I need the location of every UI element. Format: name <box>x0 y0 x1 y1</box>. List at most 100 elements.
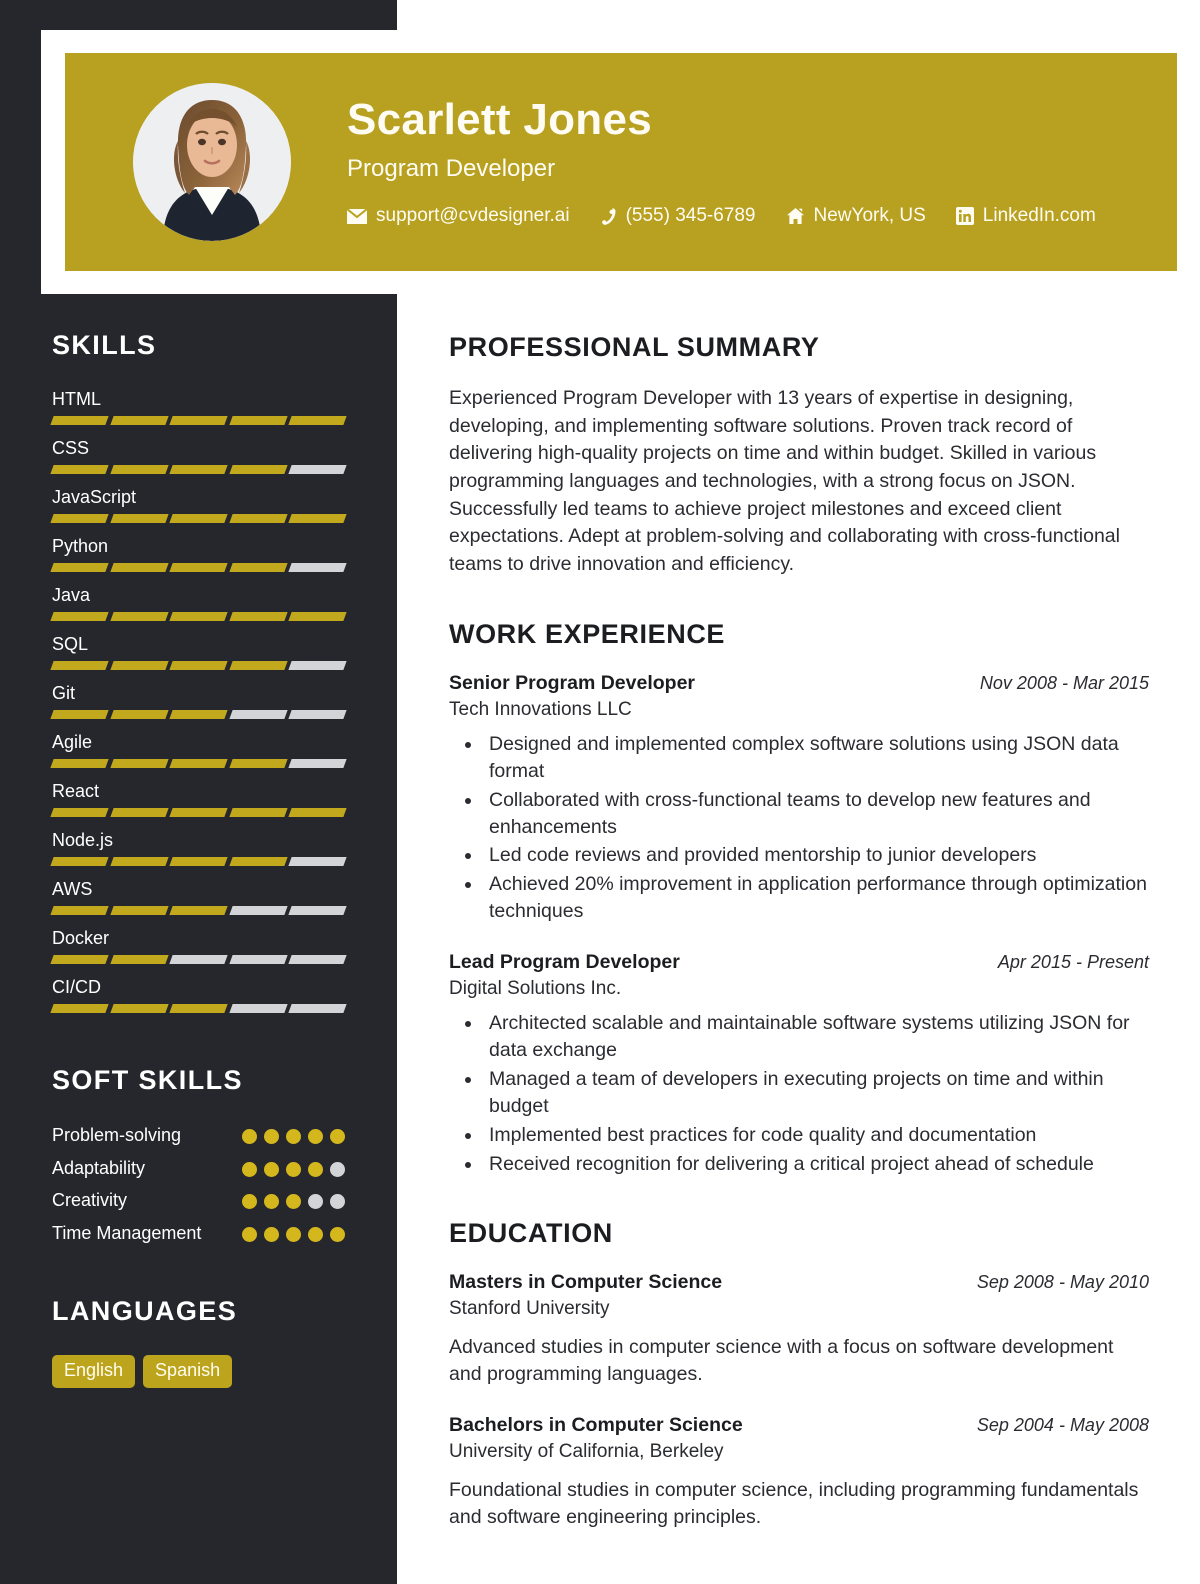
contact-location[interactable]: NewYork, US <box>786 205 926 227</box>
skill-segment-empty <box>288 857 347 866</box>
skill-segment-filled <box>109 465 168 474</box>
profile-photo-illustration <box>133 83 291 241</box>
work-company: Tech Innovations LLC <box>449 698 632 720</box>
skill-segment-filled <box>288 514 347 523</box>
home-icon <box>786 207 805 225</box>
soft-skills-heading: SOFT SKILLS <box>52 1065 243 1095</box>
soft-skill-row: Problem-solving <box>52 1124 345 1147</box>
language-tag: English <box>52 1355 136 1388</box>
skill-segment-filled <box>109 857 168 866</box>
skill-segment-filled <box>50 416 109 425</box>
contact-linkedin[interactable]: LinkedIn.com <box>955 205 1096 227</box>
skill-segment-empty <box>229 710 288 719</box>
work-date-range: Nov 2008 - Mar 2015 <box>979 672 1149 693</box>
soft-skill-rating <box>242 1189 345 1209</box>
skill-segment-filled <box>229 857 288 866</box>
skill-segment-filled <box>109 759 168 768</box>
soft-skill-label: Problem-solving <box>52 1125 182 1145</box>
skill-segment-filled <box>109 1004 168 1013</box>
work-bullet: Implemented best practices for code qual… <box>483 1122 1149 1149</box>
skill-label: SQL <box>52 634 89 654</box>
skill-segment-filled <box>169 416 228 425</box>
page-title: Scarlett Jones <box>347 94 653 144</box>
skill-row: AWS <box>50 879 347 915</box>
skill-row: Docker <box>50 928 347 964</box>
skill-segment-filled <box>169 563 228 572</box>
skill-level-bar <box>50 661 347 670</box>
rating-dot-filled <box>264 1194 279 1209</box>
skill-segment-filled <box>229 416 288 425</box>
contact-email[interactable]: support@cvdesigner.ai <box>347 205 570 227</box>
education-heading: EDUCATION <box>449 1217 613 1248</box>
resume-page: Scarlett Jones Program Developer support… <box>0 0 1200 1584</box>
main-content: PROFESSIONAL SUMMARY Experienced Program… <box>449 332 1149 1558</box>
rating-dot-filled <box>286 1161 301 1177</box>
skill-label: Python <box>52 536 109 556</box>
skill-level-bar <box>50 1004 347 1013</box>
envelope-icon <box>347 208 367 224</box>
phone-icon <box>600 207 617 226</box>
work-date-range: Apr 2015 - Present <box>997 952 1149 973</box>
skill-label: CSS <box>52 438 90 458</box>
skill-segment-filled <box>169 759 228 768</box>
soft-skill-row: Creativity <box>52 1189 345 1212</box>
skill-segment-empty <box>229 955 288 964</box>
skill-segment-filled <box>109 808 168 817</box>
skill-level-bar <box>50 759 347 768</box>
skill-row: CI/CD <box>50 977 347 1013</box>
rating-dot-filled <box>286 1194 301 1209</box>
skill-segment-filled <box>50 612 109 621</box>
skill-row: Git <box>50 683 347 719</box>
skill-label: AWS <box>52 879 93 899</box>
rating-dot-empty <box>330 1194 345 1209</box>
contact-list: support@cvdesigner.ai (555) 345-6789 New… <box>347 205 1096 227</box>
education-entry-header: Bachelors in Computer Science Sep 2004 - … <box>449 1414 1149 1437</box>
skill-segment-filled <box>50 563 109 572</box>
skill-segment-empty <box>169 955 228 964</box>
skill-level-bar <box>50 955 347 964</box>
work-bullet-list: Designed and implemented complex softwar… <box>449 731 1149 925</box>
soft-skill-rating <box>242 1124 345 1144</box>
skill-segment-filled <box>169 612 228 621</box>
skill-segment-filled <box>169 808 228 817</box>
work-bullet: Led code reviews and provided mentorship… <box>483 842 1149 869</box>
header-text-block: Scarlett Jones Program Developer support… <box>347 94 1096 227</box>
soft-skill-row: Time Management <box>52 1222 345 1245</box>
work-bullet-list: Architected scalable and maintainable so… <box>449 1010 1149 1177</box>
rating-dot-filled <box>264 1226 279 1242</box>
soft-skill-label: Time Management <box>52 1222 202 1243</box>
work-entry: Senior Program Developer Nov 2008 - Mar 2… <box>449 672 1149 925</box>
skill-segment-empty <box>288 1004 347 1013</box>
skill-row: HTML <box>50 389 347 425</box>
education-list: Masters in Computer Science Sep 2008 - Ma… <box>449 1271 1149 1532</box>
languages-heading: LANGUAGES <box>52 1296 238 1326</box>
work-bullet: Collaborated with cross-functional teams… <box>483 787 1149 841</box>
skill-segment-filled <box>229 808 288 817</box>
languages-list: English Spanish <box>52 1355 345 1388</box>
skill-segment-filled <box>50 661 109 670</box>
skill-segment-filled <box>50 906 109 915</box>
rating-dot-filled <box>264 1129 279 1144</box>
skill-segment-filled <box>288 808 347 817</box>
work-entry-header: Senior Program Developer Nov 2008 - Mar 2… <box>449 672 1149 695</box>
rating-dot-filled <box>330 1226 345 1242</box>
soft-skill-label: Adaptability <box>52 1157 146 1178</box>
skill-segment-empty <box>229 906 288 915</box>
education-entry: Bachelors in Computer Science Sep 2004 - … <box>449 1414 1149 1532</box>
skill-segment-empty <box>288 465 347 474</box>
skill-segment-filled <box>109 710 168 719</box>
skill-row: SQL <box>50 634 347 670</box>
skill-segment-filled <box>169 857 228 866</box>
rating-dot-filled <box>308 1226 323 1242</box>
work-bullet: Achieved 20% improvement in application … <box>483 871 1149 925</box>
rating-dot-filled <box>264 1161 279 1177</box>
skill-segment-filled <box>229 563 288 572</box>
contact-email-text: support@cvdesigner.ai <box>376 205 570 227</box>
contact-phone[interactable]: (555) 345-6789 <box>600 205 756 227</box>
rating-dot-filled <box>308 1161 323 1177</box>
education-degree: Masters in Computer Science <box>449 1270 723 1293</box>
contact-location-text: NewYork, US <box>813 205 926 227</box>
work-bullet: Received recognition for delivering a cr… <box>483 1151 1149 1178</box>
skill-level-bar <box>50 563 347 572</box>
skill-segment-filled <box>50 514 109 523</box>
